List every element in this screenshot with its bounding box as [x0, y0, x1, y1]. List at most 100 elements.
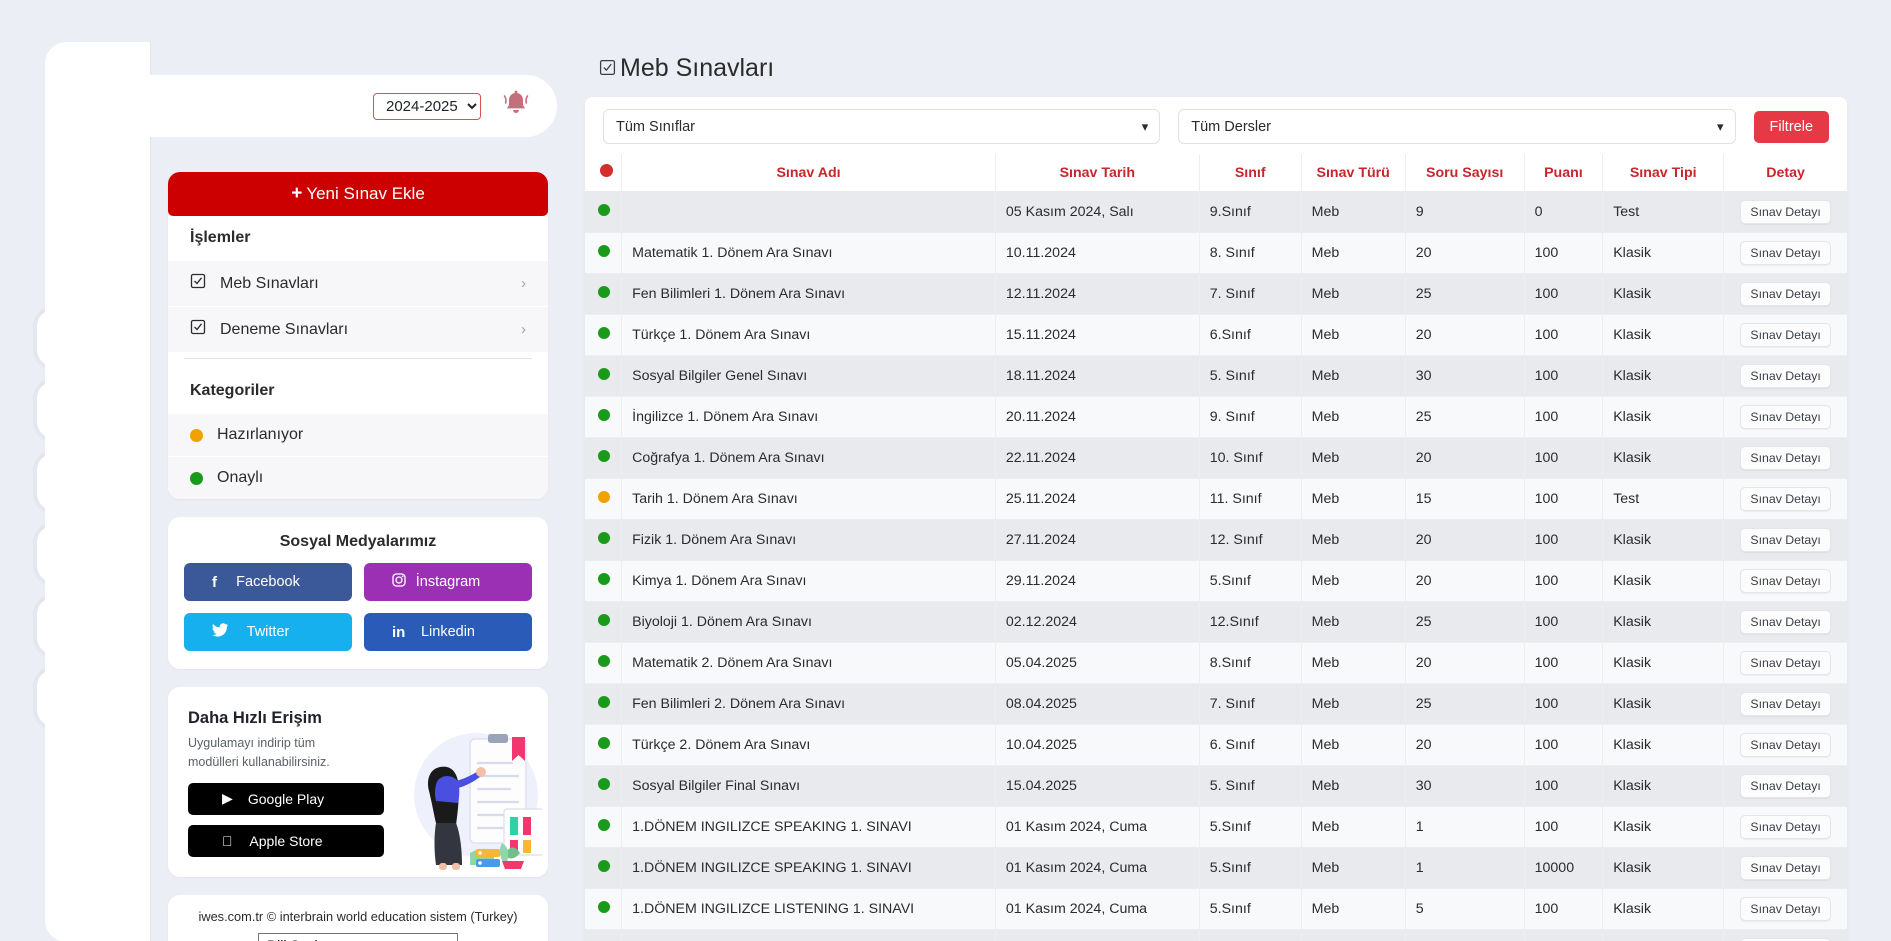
cell-detail: Sınav Detayı	[1723, 560, 1847, 602]
cell-exam-type: Klasik	[1602, 232, 1725, 274]
header-exam-kind-type[interactable]: Sınav Türü	[1301, 154, 1406, 192]
cell-exam-type: Klasik	[1602, 396, 1725, 438]
table-row[interactable]: Matematik 2. Dönem Ara Sınavı 05.04.2025 8…	[585, 642, 1847, 684]
exam-detail-button[interactable]: Sınav Detayı	[1740, 733, 1831, 757]
table-row[interactable]: Matematik 1. Dönem Ara Sınavı 10.11.2024 8…	[585, 232, 1847, 274]
exam-detail-button[interactable]: Sınav Detayı	[1740, 815, 1831, 839]
exam-detail-button[interactable]: Sınav Detayı	[1740, 323, 1831, 347]
table-row[interactable]: Tarih 1. Dönem Ara Sınavı 25.11.2024 11. S…	[585, 478, 1847, 520]
cell-exam-kind-type: Meb	[1301, 314, 1406, 356]
table-row[interactable]: İngilizce 1. Dönem Ara Sınavı 20.11.2024 9…	[585, 396, 1847, 438]
table-row[interactable]: Coğrafya 1. Dönem Ara Sınavı 22.11.2024 10…	[585, 437, 1847, 479]
class-filter-select[interactable]: Tüm Sınıflar5. Sınıf6. Sınıf7. Sınıf8. S…	[603, 109, 1161, 144]
header-detail[interactable]: Detay	[1723, 154, 1847, 192]
table-row[interactable]: 1.DÖNEM INGILIZCE SPEAKING 1. SINAVI 01 K…	[585, 806, 1847, 848]
exam-detail-button[interactable]: Sınav Detayı	[1740, 897, 1831, 921]
sidebar-item-onayli[interactable]: Onaylı	[168, 456, 548, 499]
cell-exam-type: Klasik	[1602, 642, 1725, 684]
cell-question-count: 20	[1405, 519, 1525, 561]
exam-detail-button[interactable]: Sınav Detayı	[1740, 774, 1831, 798]
cell-detail: Sınav Detayı	[1723, 519, 1847, 561]
table-row[interactable]: Sosyal Bilgiler Final Sınavı 15.04.2025 5.…	[585, 765, 1847, 807]
header-score[interactable]: Puanı	[1524, 154, 1604, 192]
exam-detail-button[interactable]: Sınav Detayı	[1740, 405, 1831, 429]
cell-question-count: 6	[1405, 929, 1525, 941]
exam-detail-button[interactable]: Sınav Detayı	[1740, 610, 1831, 634]
cell-question-count: 9	[1405, 191, 1525, 233]
cell-exam-type: Klasik	[1602, 847, 1725, 889]
header-exam-name[interactable]: Sınav Adı	[621, 154, 996, 192]
cell-exam-date: 01 Kasım 2024, Cuma	[995, 888, 1200, 930]
cell-exam-type: Klasik	[1602, 929, 1725, 941]
cell-class: 5.Sınıf	[1199, 847, 1302, 889]
academic-year-select[interactable]: 2024-20252023-20242022-2023	[373, 92, 481, 120]
cell-exam-kind-type: Meb	[1301, 232, 1406, 274]
cell-exam-type: Klasik	[1602, 519, 1725, 561]
header-class[interactable]: Sınıf	[1199, 154, 1302, 192]
table-row[interactable]: Kimya 1. Dönem Ara Sınavı 29.11.2024 5.Sın…	[585, 560, 1847, 602]
exam-detail-button[interactable]: Sınav Detayı	[1740, 364, 1831, 388]
language-select[interactable]: Dili SeçinTürkçeEnglish	[258, 932, 458, 941]
cell-exam-date: 20.11.2024	[995, 396, 1200, 438]
lesson-filter-select[interactable]: Tüm DerslerMatematikFen BilimleriTürkçeS…	[1178, 109, 1736, 144]
exam-detail-button[interactable]: Sınav Detayı	[1740, 692, 1831, 716]
cell-question-count: 20	[1405, 437, 1525, 479]
facebook-button[interactable]: f Facebook	[184, 563, 352, 601]
cell-score: 100	[1524, 396, 1604, 438]
cell-status	[585, 232, 623, 274]
exam-detail-button[interactable]: Sınav Detayı	[1740, 528, 1831, 552]
cell-exam-type: Test	[1602, 191, 1725, 233]
table-row[interactable]: Biyoloji 1. Dönem Ara Sınavı 02.12.2024 12…	[585, 601, 1847, 643]
cell-exam-date: 10.11.2024	[995, 232, 1200, 274]
table-row[interactable]: Fen Bilimleri 1. Dönem Ara Sınavı 12.11.2…	[585, 273, 1847, 315]
status-dot	[598, 532, 611, 544]
exam-detail-button[interactable]: Sınav Detayı	[1740, 569, 1831, 593]
cell-class: 6. Sınıf	[1199, 724, 1302, 766]
bell-icon[interactable]	[501, 89, 531, 123]
table-row[interactable]: 1.DÖNEM INGILIZCE LISTENING 1. SINAVI 01 …	[585, 888, 1847, 930]
cell-exam-name: Kimya 1. Dönem Ara Sınavı	[621, 560, 996, 602]
status-dot	[598, 860, 611, 872]
exam-detail-button[interactable]: Sınav Detayı	[1740, 200, 1831, 224]
google-play-button[interactable]: ▶ Google Play	[188, 782, 384, 815]
sidebar-item-meb-sinavlari[interactable]: Meb Sınavları ›	[168, 260, 548, 306]
header-exam-date[interactable]: Sınav Tarih	[995, 154, 1200, 192]
exam-detail-button[interactable]: Sınav Detayı	[1740, 856, 1831, 880]
linkedin-button[interactable]: in Linkedin	[364, 613, 532, 651]
exam-detail-button[interactable]: Sınav Detayı	[1740, 446, 1831, 470]
filter-button[interactable]: Filtrele	[1753, 110, 1830, 143]
sidebar-item-deneme-sinavlari[interactable]: Deneme Sınavları ›	[168, 306, 548, 352]
table-row[interactable]: Türkçe 2. Dönem Ara Sınavı 10.04.2025 6. S…	[585, 724, 1847, 766]
app-download-card: Daha Hızlı Erişim Uygulamayı indirip tüm…	[168, 687, 548, 877]
promo-illustration	[414, 732, 542, 870]
cell-exam-type: Klasik	[1602, 888, 1725, 930]
apple-store-button[interactable]:  Apple Store	[188, 824, 384, 857]
cell-question-count: 30	[1405, 355, 1525, 397]
table-row[interactable]: 05 Kasım 2024, Salı 9.Sınıf Meb 9 0 Test Sınav…	[585, 191, 1847, 233]
cell-question-count: 20	[1405, 642, 1525, 684]
cell-exam-type: Klasik	[1602, 314, 1725, 356]
cell-exam-date: 02.12.2024	[995, 601, 1200, 643]
sidebar-item-label: Meb Sınavları	[220, 274, 319, 292]
lesson-filter-wrapper: Tüm DerslerMatematikFen BilimleriTürkçeS…	[1178, 109, 1736, 144]
table-row[interactable]: Fizik 1. Dönem Ara Sınavı 27.11.2024 12. S…	[585, 519, 1847, 561]
sidebar-item-hazirlaniyor[interactable]: Hazırlanıyor	[168, 413, 548, 456]
exam-detail-button[interactable]: Sınav Detayı	[1740, 487, 1831, 511]
twitter-button[interactable]: Twitter	[184, 613, 352, 651]
instagram-button[interactable]: İnstagram	[364, 563, 532, 601]
header-exam-type[interactable]: Sınav Tipi	[1602, 154, 1725, 192]
table-row[interactable]: Fen Bilimleri 2. Dönem Ara Sınavı 08.04.2…	[585, 683, 1847, 725]
table-row[interactable]: Sosyal Bilgiler Genel Sınavı 18.11.2024 5.…	[585, 355, 1847, 397]
table-row[interactable]: 1. DÖNEM 1. INGILIZCE SINAVI04 Kasım 202…	[585, 929, 1847, 941]
cell-exam-kind-type: Meb	[1301, 806, 1406, 848]
table-row[interactable]: 1.DÖNEM INGILIZCE SPEAKING 1. SINAVI 01 K…	[585, 847, 1847, 889]
add-new-exam-button[interactable]: + Yeni Sınav Ekle	[168, 172, 548, 216]
header-question-count[interactable]: Soru Sayısı	[1405, 154, 1525, 192]
exam-detail-button[interactable]: Sınav Detayı	[1740, 651, 1831, 675]
exam-detail-button[interactable]: Sınav Detayı	[1740, 241, 1831, 265]
facebook-icon: f	[212, 573, 217, 591]
exam-detail-button[interactable]: Sınav Detayı	[1740, 282, 1831, 306]
cell-exam-kind-type: Meb	[1301, 191, 1406, 233]
table-row[interactable]: Türkçe 1. Dönem Ara Sınavı 15.11.2024 6.Sı…	[585, 314, 1847, 356]
cell-detail: Sınav Detayı	[1723, 683, 1847, 725]
